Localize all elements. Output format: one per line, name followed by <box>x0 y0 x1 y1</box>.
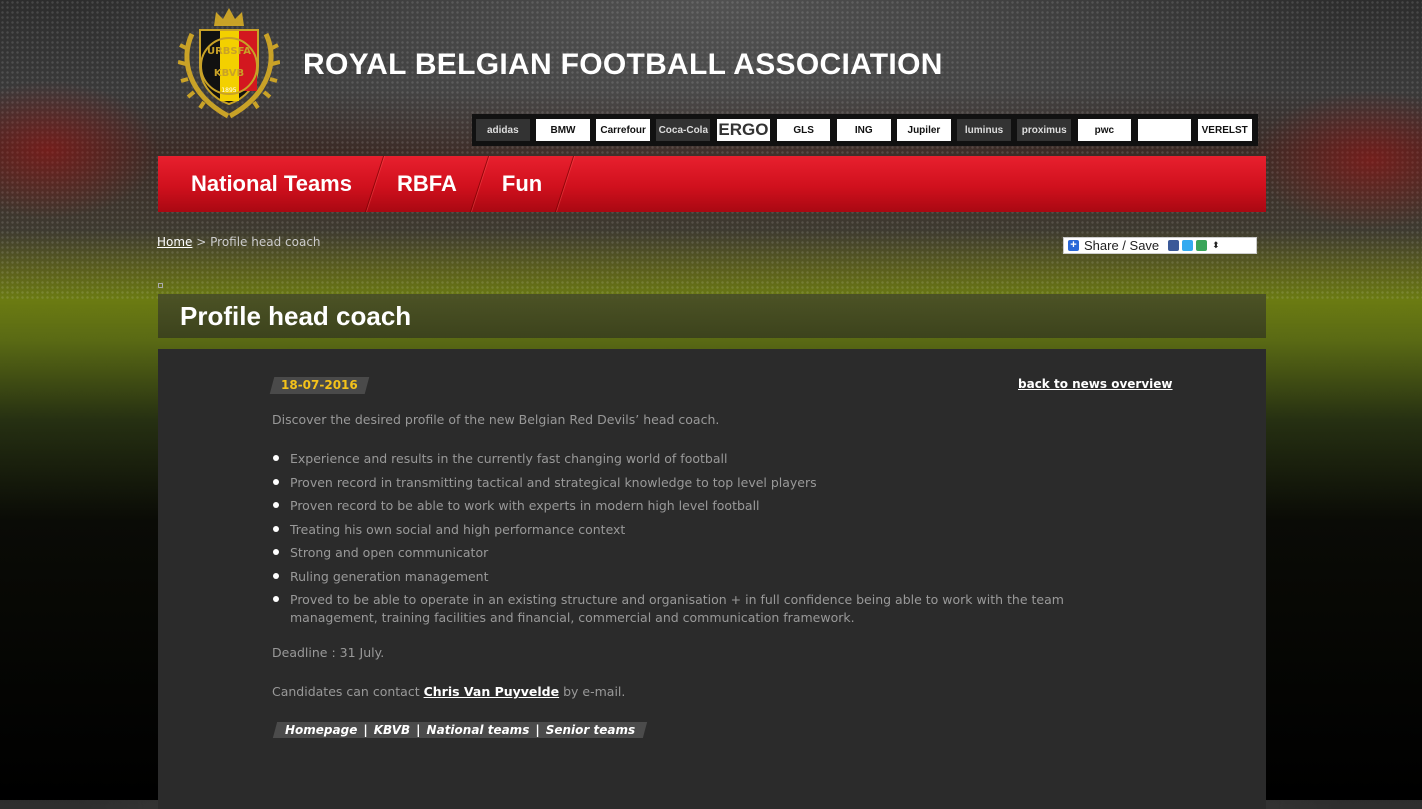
sponsor-pwc[interactable]: pwc <box>1077 119 1132 141</box>
tag-bar: Homepage | KBVB | National teams | Senior team… <box>272 722 648 738</box>
share-label: Share / Save <box>1084 238 1160 253</box>
contact-prefix: Candidates can contact <box>272 684 424 699</box>
contact-suffix: by e-mail. <box>559 684 626 699</box>
tag-homepage[interactable]: Homepage <box>285 723 357 737</box>
article-intro: Discover the desired profile of the new … <box>272 412 720 427</box>
sponsor-label: BMW <box>550 124 576 136</box>
sponsor-carrefour[interactable]: Carrefour <box>596 119 650 141</box>
rbfa-crest-logo[interactable]: URBSFA KBVB 1895 <box>177 4 281 122</box>
sponsor-jupiler[interactable]: Jupiler <box>897 119 951 141</box>
list-item: Proven record in transmitting tactical a… <box>272 474 1132 492</box>
sponsor-label: GLS <box>793 124 814 136</box>
sponsor-ergo[interactable]: ERGO <box>716 119 771 141</box>
sponsor-12[interactable] <box>1137 119 1192 141</box>
tag-kbvb[interactable]: KBVB <box>374 723 410 737</box>
share-icon[interactable] <box>1196 240 1208 251</box>
crowd-decoration-right <box>1252 90 1422 230</box>
sponsor-label: luminus <box>964 124 1004 136</box>
list-item: Proved to be able to operate in an exist… <box>272 591 1132 627</box>
crest-text-top: URBSFA <box>207 46 251 57</box>
nav-fun[interactable]: Fun <box>502 156 564 212</box>
article-date: 18-07-2016 <box>281 378 358 392</box>
share-save-button[interactable]: + Share / Save ⬍ <box>1063 237 1257 254</box>
sponsor-label: pwc <box>1094 124 1115 136</box>
contact-text: Candidates can contact Chris Van Puyveld… <box>272 684 625 699</box>
date-badge: 18-07-2016 <box>269 377 370 394</box>
sponsor-label: ING <box>854 124 873 136</box>
tag-separator: | <box>416 723 421 737</box>
sponsor-bmw[interactable]: BMW <box>536 119 590 141</box>
tag-senior-teams[interactable]: Senior teams <box>546 723 635 737</box>
contact-email-link[interactable]: Chris Van Puyvelde <box>424 684 560 699</box>
breadcrumb-current: Profile head coach <box>210 235 321 249</box>
sponsor-label: adidas <box>486 124 519 136</box>
sponsor-adidas[interactable]: adidas <box>476 119 530 141</box>
sponsor-ing[interactable]: ING <box>836 119 891 141</box>
facebook-icon[interactable] <box>1168 240 1180 251</box>
site-title[interactable]: ROYAL BELGIAN FOOTBALL ASSOCIATION <box>303 48 943 82</box>
sponsor-label: Coca-Cola <box>658 124 709 136</box>
list-item: Treating his own social and high perform… <box>272 521 1132 539</box>
crowd-decoration-left <box>0 80 160 220</box>
sponsor-label: proximus <box>1021 124 1067 136</box>
sponsor-label: ERGO <box>718 120 769 139</box>
tag-national-teams[interactable]: National teams <box>427 723 530 737</box>
crest-text-bottom: KBVB <box>214 68 244 79</box>
sponsor-coca-cola[interactable]: Coca-Cola <box>656 119 711 141</box>
chevron-updown-icon[interactable]: ⬍ <box>1212 240 1220 251</box>
tag-separator: | <box>535 723 540 737</box>
decorative-dot <box>158 283 163 288</box>
breadcrumb-separator: > <box>192 235 211 249</box>
breadcrumb-home-link[interactable]: Home <box>157 235 192 249</box>
sponsor-verelst[interactable]: VERELST <box>1197 119 1252 141</box>
list-item: Strong and open communicator <box>272 544 1132 562</box>
crest-year: 1895 <box>221 87 236 94</box>
breadcrumb: Home > Profile head coach <box>157 235 321 249</box>
nav-national-teams[interactable]: National Teams <box>158 156 374 212</box>
sponsor-label: VERELST <box>1201 124 1248 136</box>
sponsor-bar: adidas BMW Carrefour Coca-Cola ERGO GLS … <box>472 114 1258 146</box>
sponsor-gls[interactable]: GLS <box>776 119 831 141</box>
deadline-text: Deadline : 31 July. <box>272 645 385 660</box>
nav-rbfa[interactable]: RBFA <box>397 156 479 212</box>
tag-separator: | <box>363 723 368 737</box>
profile-requirements-list: Experience and results in the currently … <box>272 450 1132 633</box>
add-icon: + <box>1068 240 1079 251</box>
page-title: Profile head coach <box>180 301 412 331</box>
twitter-icon[interactable] <box>1182 240 1194 251</box>
sponsor-label: Jupiler <box>907 124 941 136</box>
back-to-news-link[interactable]: back to news overview <box>1018 377 1173 391</box>
sponsor-label: Carrefour <box>600 124 646 136</box>
list-item: Proven record to be able to work with ex… <box>272 497 1132 515</box>
main-navigation: National Teams RBFA Fun <box>158 156 1266 212</box>
title-bar: Profile head coach <box>158 294 1266 338</box>
list-item: Ruling generation management <box>272 568 1132 586</box>
sponsor-luminus[interactable]: luminus <box>957 119 1011 141</box>
list-item: Experience and results in the currently … <box>272 450 1132 468</box>
sponsor-proximus[interactable]: proximus <box>1017 119 1072 141</box>
